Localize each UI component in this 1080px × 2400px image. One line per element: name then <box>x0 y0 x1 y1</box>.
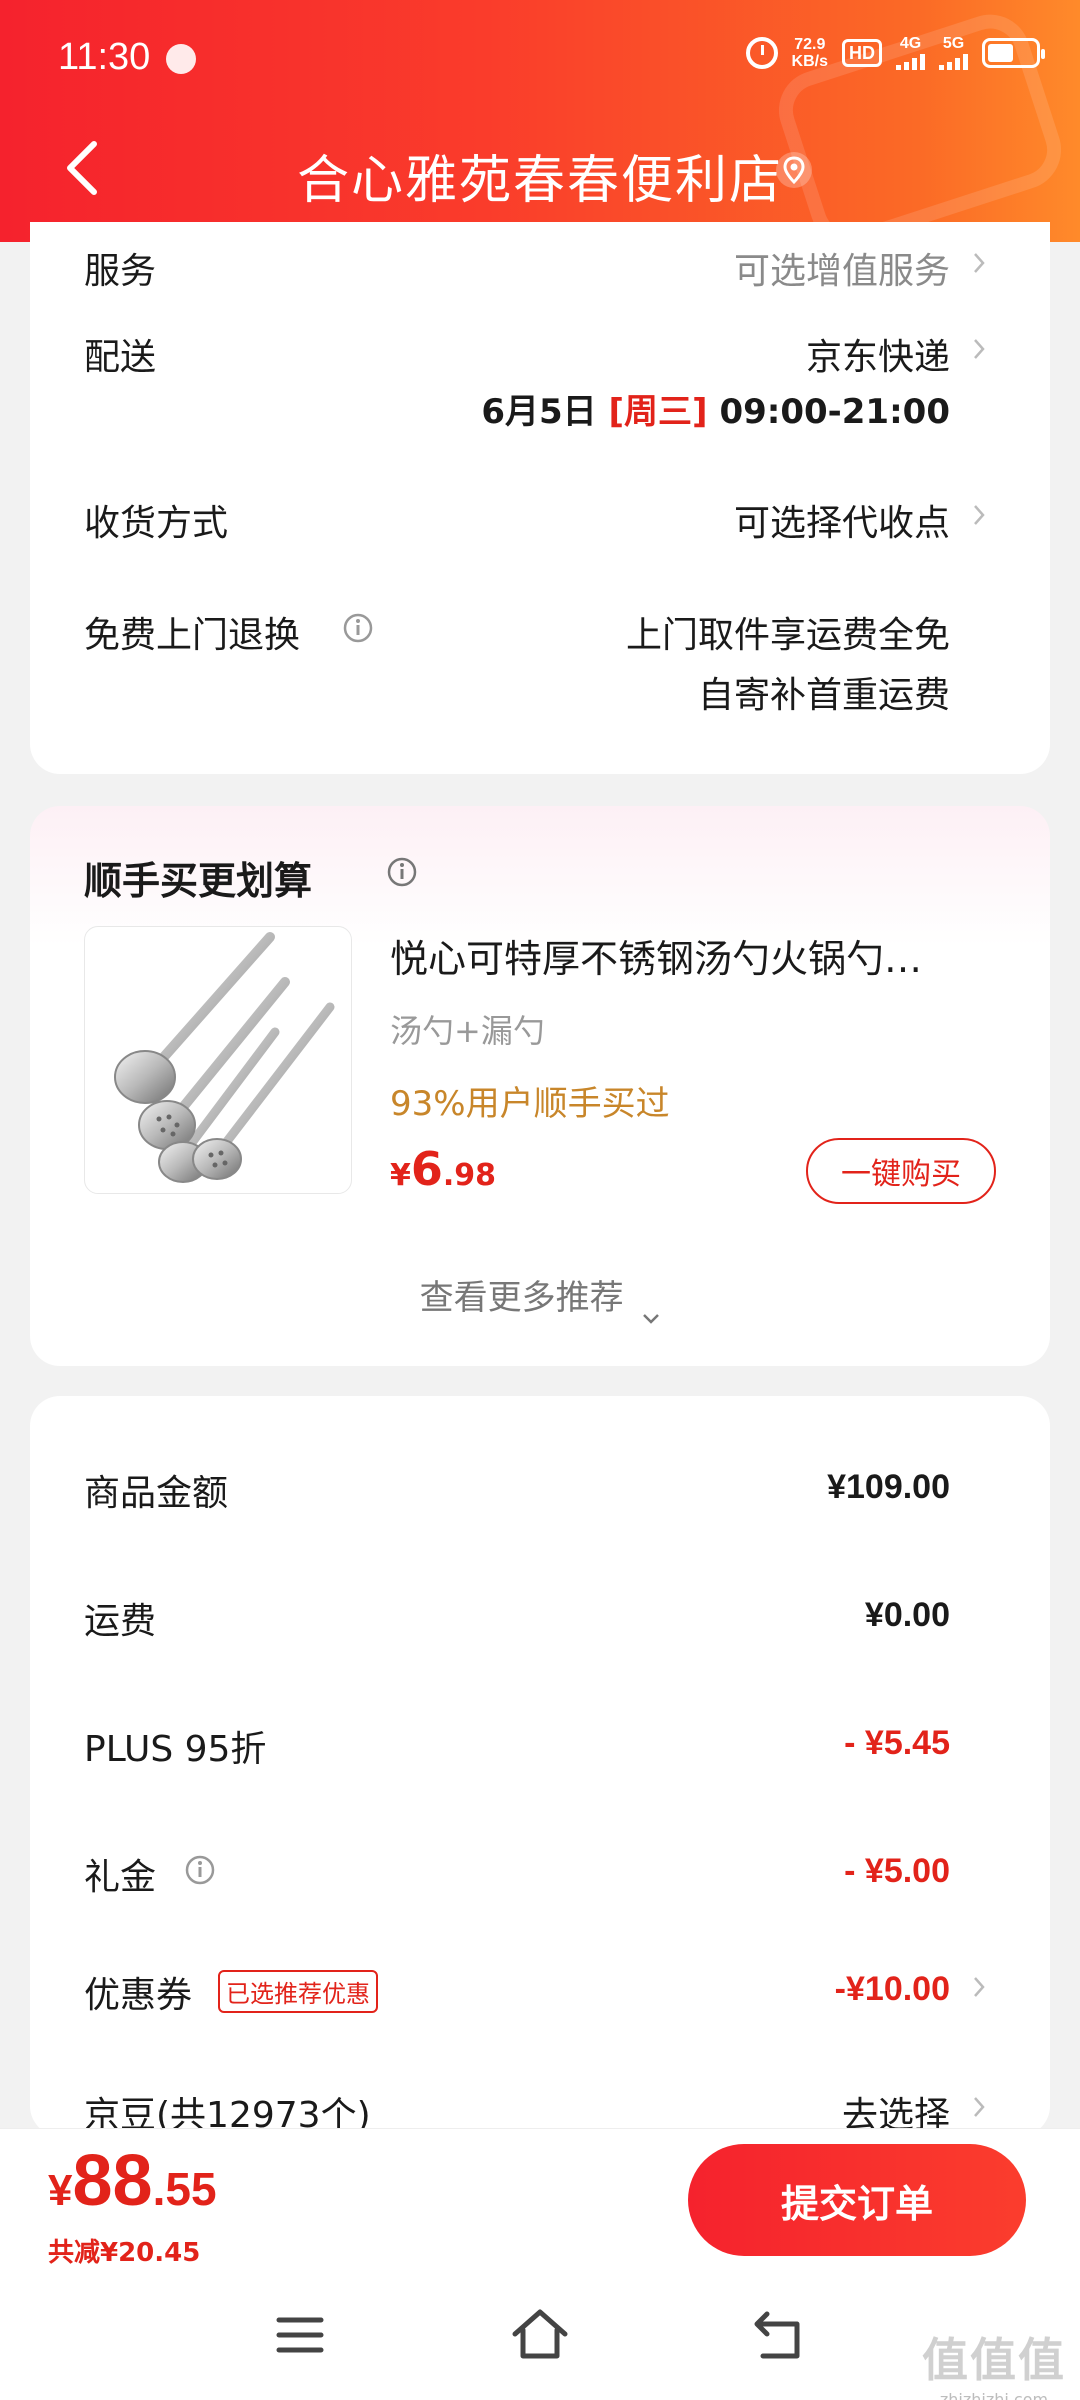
price-summary-card: 商品金额 ¥109.00 运费 ¥0.00 PLUS 95折 - ¥5.45 礼… <box>30 1396 1050 2136</box>
receive-label: 收货方式 <box>84 503 229 544</box>
chevron-right-icon[interactable] <box>968 1976 990 1998</box>
plus-discount-value: - ¥5.45 <box>844 1724 950 1762</box>
return-value-2: 自寄补首重运费 <box>697 675 950 716</box>
chevron-right-icon[interactable] <box>968 504 990 526</box>
gift-value: - ¥5.00 <box>844 1852 950 1890</box>
header: 11:30 72.9 KB/s HD 4G 5G 合心雅苑春春便利店 <box>0 0 1080 242</box>
battery-icon <box>982 38 1045 68</box>
menu-icon[interactable] <box>265 2300 335 2370</box>
home-icon[interactable] <box>505 2300 575 2370</box>
chevron-down-icon <box>642 1294 660 1324</box>
app-notification-icon <box>166 44 196 74</box>
net-speed: 72.9 KB/s <box>791 36 828 70</box>
ship-label: 配送 <box>84 337 157 378</box>
info-icon[interactable] <box>386 856 418 888</box>
receive-value[interactable]: 可选择代收点 <box>734 494 950 546</box>
gift-label: 礼金 <box>84 1857 157 1898</box>
coupon-label: 优惠券 <box>84 1975 193 2016</box>
coupon-value[interactable]: -¥10.00 <box>835 1970 950 2009</box>
signal-5g-icon: 5G <box>939 36 968 70</box>
location-pin-icon[interactable] <box>774 150 814 190</box>
status-bar: 11:30 72.9 KB/s HD 4G 5G <box>0 0 1080 120</box>
total-saved: 共减¥20.45 <box>48 2238 201 2268</box>
bought-rate: 93%用户顺手买过 <box>390 1084 670 1124</box>
goods-amount-value: ¥109.00 <box>827 1468 950 1506</box>
delivery-card: 服务 可选增值服务 配送 京东快递 6月5日 [周三] 09:00-21:00 … <box>30 222 1050 774</box>
status-icons: 72.9 KB/s HD 4G 5G <box>745 36 1045 70</box>
alarm-icon <box>745 37 778 69</box>
chevron-right-icon[interactable] <box>968 2096 990 2118</box>
hd-icon: HD <box>842 39 882 67</box>
recommend-card: 顺手买更划算 悦心可特厚不锈钢汤勺火锅勺… 汤勺+漏勺 93%用户顺手买过 ¥6… <box>30 806 1050 1366</box>
chevron-right-icon[interactable] <box>968 252 990 274</box>
service-label: 服务 <box>84 251 157 292</box>
freight-label: 运费 <box>84 1601 157 1642</box>
product-price: ¥6.98 <box>390 1142 497 1196</box>
info-icon[interactable] <box>342 612 374 644</box>
signal-4g-icon: 4G <box>896 36 925 70</box>
chevron-right-icon[interactable] <box>968 338 990 360</box>
product-name[interactable]: 悦心可特厚不锈钢汤勺火锅勺… <box>390 928 1010 983</box>
system-nav-bar <box>0 2268 1080 2400</box>
freight-value: ¥0.00 <box>864 1596 950 1634</box>
info-icon[interactable] <box>184 1854 216 1886</box>
watermark: 值值值 zhizhizhi.com <box>922 2333 1066 2400</box>
more-recommend-link[interactable]: 查看更多推荐 <box>30 1270 1050 1324</box>
product-image[interactable] <box>84 926 352 1194</box>
total-price: ¥88.55 <box>48 2141 217 2221</box>
service-value[interactable]: 可选增值服务 <box>734 242 950 294</box>
return-label: 免费上门退换 <box>84 615 301 656</box>
coupon-tag: 已选推荐优惠 <box>218 1970 378 2013</box>
plus-discount-label: PLUS 95折 <box>84 1729 267 1770</box>
one-click-buy-button[interactable]: 一键购买 <box>806 1138 996 1204</box>
recommend-title: 顺手买更划算 <box>84 859 313 903</box>
ship-time: 6月5日 [周三] 09:00-21:00 <box>481 392 950 432</box>
page-title: 合心雅苑春春便利店 <box>296 151 783 211</box>
return-value-1: 上门取件享运费全免 <box>625 615 950 656</box>
submit-order-button[interactable]: 提交订单 <box>688 2144 1026 2256</box>
goods-amount-label: 商品金额 <box>84 1473 229 1514</box>
status-time: 11:30 <box>58 36 151 78</box>
product-spec: 汤勺+漏勺 <box>390 1012 545 1050</box>
back-nav-icon[interactable] <box>745 2300 815 2370</box>
ship-value[interactable]: 京东快递 <box>806 328 950 380</box>
